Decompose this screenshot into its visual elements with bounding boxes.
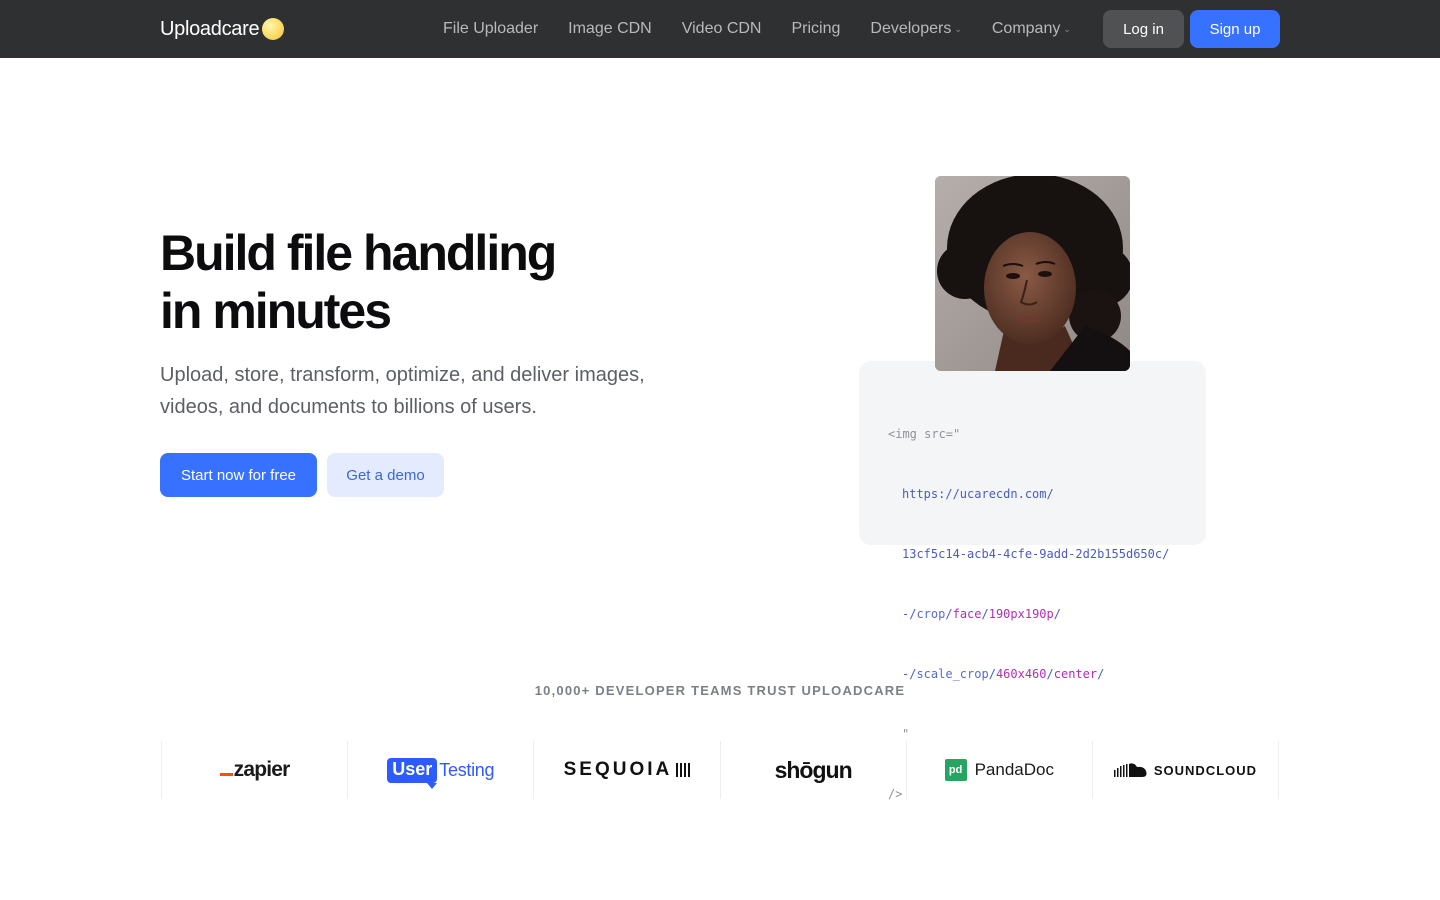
trust-heading: 10,000+ DEVELOPER TEAMS TRUST UPLOADCARE xyxy=(534,683,906,698)
nav-link-company[interactable]: Company ⌄ xyxy=(992,20,1071,38)
code-quote: " xyxy=(902,727,910,741)
code-open-tag: <img src=" xyxy=(888,427,961,441)
sequoia-logo: SEQUOIA xyxy=(564,759,691,781)
portrait-illustration xyxy=(935,176,1130,371)
code-token: / xyxy=(945,607,953,621)
code-line: -/crop/face/190px190p/ xyxy=(888,604,1169,624)
usertesting-user-text: User xyxy=(387,757,438,789)
code-uuid: 13cf5c14-acb4-4cfe-9add-2d2b155d650c/ xyxy=(902,547,1170,561)
logo-cell-zapier: zapier xyxy=(161,741,347,799)
code-line: https://ucarecdn.com/ xyxy=(888,484,1169,504)
logo-dot-icon xyxy=(262,18,285,40)
code-token: -/ xyxy=(902,607,917,621)
code-line: 13cf5c14-acb4-4cfe-9add-2d2b155d650c/ xyxy=(888,544,1169,564)
code-value: 460x460 xyxy=(995,667,1047,681)
nav-link-label: Developers xyxy=(870,20,952,37)
usertesting-logo: User Testing xyxy=(387,757,495,789)
code-value: center xyxy=(1053,667,1098,681)
chevron-down-icon: ⌄ xyxy=(954,23,962,34)
chevron-down-icon: ⌄ xyxy=(1063,23,1071,34)
code-line: <img src=" xyxy=(888,424,1169,444)
nav-link-label: Video CDN xyxy=(681,20,762,37)
uploadcare-logo[interactable]: Uploadcare xyxy=(160,16,285,42)
nav-links: File Uploader Image CDN Video CDN Pricin… xyxy=(443,0,1071,58)
portrait-photo xyxy=(935,176,1130,371)
nav-link-developers[interactable]: Developers ⌄ xyxy=(870,20,961,38)
code-value: face xyxy=(952,607,982,621)
logo-cell-usertesting: User Testing xyxy=(347,741,533,799)
nav-link-label: Pricing xyxy=(791,20,841,37)
code-url: https://ucarecdn.com/ xyxy=(902,487,1054,501)
code-token: / xyxy=(1097,667,1105,681)
nav-link-label: Company xyxy=(991,20,1061,37)
code-line: -/scale_crop/460x460/center/ xyxy=(888,664,1169,684)
top-navbar: Uploadcare File Uploader Image CDN Video… xyxy=(0,0,1440,58)
zapier-logo: zapier xyxy=(219,758,291,782)
code-operation: scale_crop xyxy=(916,667,989,681)
code-value: 190px190p xyxy=(988,607,1054,621)
hero-title-line-1: Build file handling xyxy=(160,225,557,281)
nav-link-pricing[interactable]: Pricing xyxy=(791,20,840,38)
pandadoc-logo: pd PandaDoc xyxy=(944,759,1054,781)
usertesting-testing-text: Testing xyxy=(439,759,495,780)
zapier-underscore-icon xyxy=(219,773,233,776)
signup-button[interactable]: Sign up xyxy=(1190,10,1280,48)
code-token: / xyxy=(988,667,996,681)
soundcloud-cloud-icon xyxy=(1113,763,1147,777)
hero-title: Build file handling in minutes xyxy=(160,224,720,340)
nav-link-label: File Uploader xyxy=(443,20,539,37)
code-token: / xyxy=(1053,607,1061,621)
nav-link-file-uploader[interactable]: File Uploader xyxy=(443,20,538,38)
soundcloud-logo-text: SOUNDCLOUD xyxy=(1153,762,1258,778)
sequoia-logo-text: SEQUOIA xyxy=(563,759,673,780)
code-operation: crop xyxy=(916,607,946,621)
zapier-logo-text: zapier xyxy=(233,758,291,781)
pandadoc-mark-icon: pd xyxy=(944,759,967,781)
logo-cell-sequoia: SEQUOIA xyxy=(533,741,719,799)
logo-cell-pandadoc: pd PandaDoc xyxy=(905,741,1092,799)
logo-text: Uploadcare xyxy=(160,17,260,40)
code-token: / xyxy=(1046,667,1054,681)
pandadoc-logo-text: PandaDoc xyxy=(974,760,1054,779)
soundcloud-logo: SOUNDCLOUD xyxy=(1113,762,1258,778)
code-token: / xyxy=(981,607,989,621)
nav-link-video-cdn[interactable]: Video CDN xyxy=(682,20,762,38)
get-demo-button[interactable]: Get a demo xyxy=(327,453,444,497)
shogun-logo: shōgun xyxy=(774,756,853,783)
nav-link-label: Image CDN xyxy=(568,20,652,37)
logo-cell-soundcloud: SOUNDCLOUD xyxy=(1091,741,1280,799)
hero-subtitle: Upload, store, transform, optimize, and … xyxy=(160,364,645,418)
logo-cell-shogun: shōgun xyxy=(719,741,906,799)
sequoia-mark-icon xyxy=(676,763,691,777)
hero-title-line-2: in minutes xyxy=(160,283,392,339)
login-button[interactable]: Log in xyxy=(1103,10,1184,48)
code-token: -/ xyxy=(902,667,917,681)
nav-link-image-cdn[interactable]: Image CDN xyxy=(568,20,652,38)
customer-logos: zapier User Testing SEQUOIA shōgun pd Pand… xyxy=(161,741,1280,799)
start-free-button[interactable]: Start now for free xyxy=(160,453,317,497)
